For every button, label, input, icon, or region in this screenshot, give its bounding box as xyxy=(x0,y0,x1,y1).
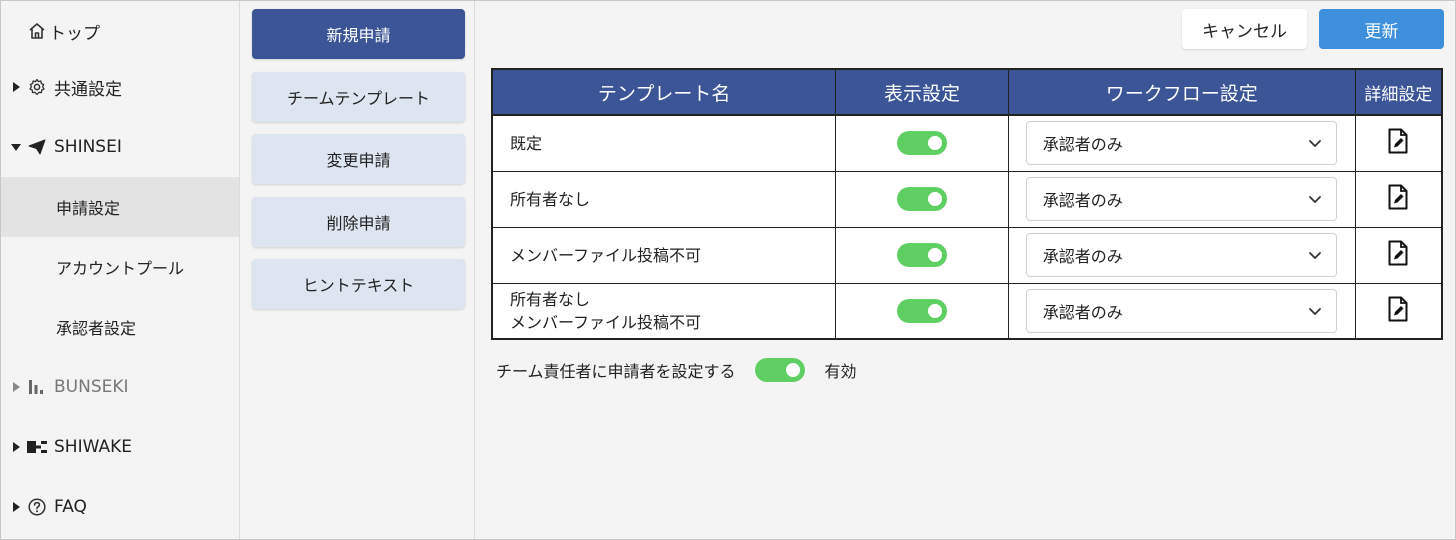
template-name: メンバーファイル投稿不可 xyxy=(510,245,702,265)
sidebar-item-label: トップ xyxy=(49,23,100,44)
workflow-select[interactable]: 承認者のみ xyxy=(1025,121,1337,166)
workflow-select-value: 承認者のみ xyxy=(1042,191,1123,210)
template-name-cell: メンバーファイル投稿不可 xyxy=(492,227,837,284)
edit-document-icon[interactable] xyxy=(1388,240,1408,270)
workflow-select-value: 承認者のみ xyxy=(1042,302,1123,322)
column-header-template-name: テンプレート名 xyxy=(492,69,837,116)
team-owner-toggle[interactable] xyxy=(754,358,805,382)
sidebar-item-label: 承認者設定 xyxy=(56,319,137,338)
app-frame: トップ 共通設定 SHINSEI 申請設定 アカウントプール 承認者設定 BUN… xyxy=(0,0,1456,540)
sidebar-item-label: FAQ xyxy=(54,497,87,517)
visibility-toggle[interactable] xyxy=(897,131,948,156)
caret-right-icon xyxy=(11,502,21,512)
caret-right-icon xyxy=(11,82,21,92)
workflow-select[interactable]: 承認者のみ xyxy=(1025,288,1337,333)
visibility-toggle[interactable] xyxy=(897,187,948,211)
template-name-cell: 所有者なし メンバーファイル投稿不可 xyxy=(492,283,837,339)
template-name: 所有者なし xyxy=(510,189,591,209)
update-button[interactable]: 更新 xyxy=(1319,9,1444,49)
template-name: 所有者なし xyxy=(510,289,591,309)
submenu-delete-application[interactable]: 削除申請 xyxy=(252,197,465,247)
table-row: 所有者なし メンバーファイル投稿不可 承認者のみ xyxy=(492,283,1442,339)
submenu: 新規申請 チームテンプレート 変更申請 削除申請 ヒントテキスト xyxy=(241,1,475,539)
caret-down-icon xyxy=(11,143,21,151)
visibility-toggle[interactable] xyxy=(897,298,948,323)
sidebar-item-common-settings[interactable]: 共通設定 xyxy=(1,57,239,117)
edit-document-icon[interactable] xyxy=(1388,128,1408,158)
column-header-visibility: 表示設定 xyxy=(835,69,1009,116)
edit-document-icon[interactable] xyxy=(1388,184,1408,214)
workflow-select-value: 承認者のみ xyxy=(1042,135,1123,155)
sidebar-item-label: SHIWAKE xyxy=(54,437,132,457)
sidebar-item-label: アカウントプール xyxy=(56,259,185,278)
submenu-hint-text[interactable]: ヒントテキスト xyxy=(252,259,465,309)
chevron-down-icon xyxy=(1308,304,1322,318)
submenu-new-application[interactable]: 新規申請 xyxy=(252,9,465,59)
chevron-down-icon xyxy=(1308,192,1322,206)
template-name: メンバーファイル投稿不可 xyxy=(510,312,702,332)
caret-right-icon xyxy=(11,442,21,452)
sidebar-item-application-settings[interactable]: 申請設定 xyxy=(1,177,239,237)
sidebar-item-label: 共通設定 xyxy=(54,79,122,100)
cancel-button[interactable]: キャンセル xyxy=(1182,9,1307,49)
sidebar-item-approver-settings[interactable]: 承認者設定 xyxy=(1,297,239,357)
question-circle-icon xyxy=(27,497,47,517)
template-name: 既定 xyxy=(510,133,543,153)
home-icon xyxy=(27,21,47,41)
sidebar-item-account-pool[interactable]: アカウントプール xyxy=(1,237,239,297)
bar-chart-icon xyxy=(27,377,47,397)
sidebar: トップ 共通設定 SHINSEI 申請設定 アカウントプール 承認者設定 BUN… xyxy=(1,1,240,539)
paper-plane-icon xyxy=(27,137,47,157)
template-name-cell: 所有者なし xyxy=(492,171,837,228)
team-owner-setting: チーム責任者に申請者を設定する 有効 xyxy=(496,357,857,383)
table-row: 既定 承認者のみ xyxy=(492,115,1442,172)
edit-document-icon[interactable] xyxy=(1388,296,1408,326)
workflow-select-value: 承認者のみ xyxy=(1042,247,1123,266)
sidebar-item-faq[interactable]: FAQ xyxy=(1,477,239,537)
table-row: 所有者なし 承認者のみ xyxy=(492,171,1442,228)
visibility-toggle[interactable] xyxy=(897,243,948,267)
template-name-cell: 既定 xyxy=(492,115,837,172)
sidebar-item-label: BUNSEKI xyxy=(54,377,129,397)
sidebar-item-top[interactable]: トップ xyxy=(1,1,239,61)
caret-right-icon xyxy=(11,382,21,392)
split-icon xyxy=(27,437,47,457)
team-owner-setting-label: チーム責任者に申請者を設定する xyxy=(496,362,736,381)
main-content: キャンセル 更新 テンプレート名 表示設定 ワークフロー設定 詳細設定 既定 承… xyxy=(476,1,1455,539)
sidebar-item-label: 申請設定 xyxy=(56,199,121,218)
table-header-row: テンプレート名 表示設定 ワークフロー設定 詳細設定 xyxy=(492,69,1442,116)
column-header-details: 詳細設定 xyxy=(1355,69,1442,116)
chevron-down-icon xyxy=(1308,248,1322,262)
sidebar-item-label: SHINSEI xyxy=(54,137,122,157)
workflow-select[interactable]: 承認者のみ xyxy=(1025,233,1337,277)
sidebar-item-bunseki[interactable]: BUNSEKI xyxy=(1,357,239,417)
submenu-team-template[interactable]: チームテンプレート xyxy=(252,72,465,122)
table-row: メンバーファイル投稿不可 承認者のみ xyxy=(492,227,1442,284)
submenu-change-application[interactable]: 変更申請 xyxy=(252,134,465,184)
sidebar-item-shiwake[interactable]: SHIWAKE xyxy=(1,417,239,477)
sidebar-item-shinsei[interactable]: SHINSEI xyxy=(1,117,239,177)
column-header-workflow: ワークフロー設定 xyxy=(1008,69,1356,116)
chevron-down-icon xyxy=(1308,136,1322,150)
workflow-select[interactable]: 承認者のみ xyxy=(1025,177,1337,221)
gear-icon xyxy=(27,77,47,97)
template-table: テンプレート名 表示設定 ワークフロー設定 詳細設定 既定 承認者のみ 所有者な… xyxy=(491,68,1443,340)
team-owner-status: 有効 xyxy=(824,362,857,381)
